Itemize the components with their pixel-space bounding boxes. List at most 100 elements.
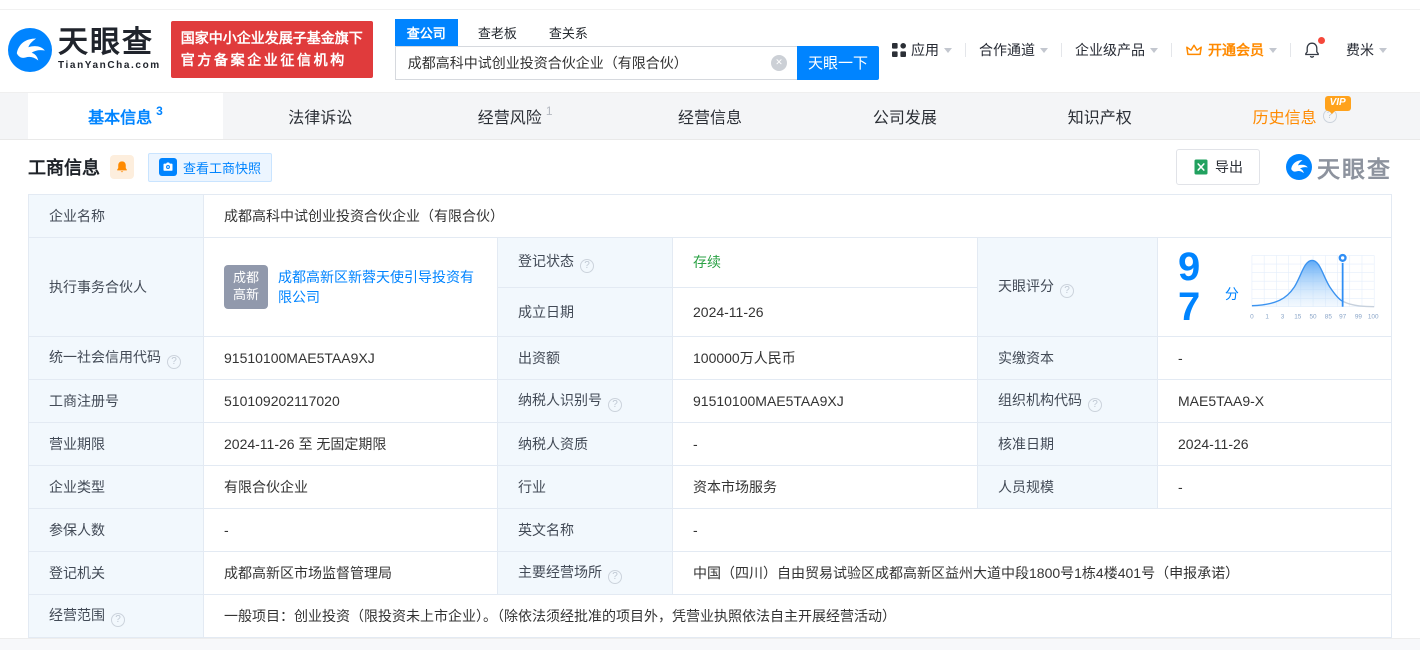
menu-enterprise-products[interactable]: 企业级产品	[1062, 40, 1171, 60]
executive-partner-cell: 成都 高新 成都高新区新蓉天使引导投资有限公司	[203, 237, 498, 337]
field-label: 经营范围	[28, 594, 204, 638]
help-icon[interactable]	[167, 355, 181, 369]
table-row: 参保人数 - 英文名称 -	[28, 508, 1392, 552]
tab-count-badge: 3	[156, 104, 163, 118]
search-tabs: 查公司 查老板 查关系	[394, 18, 879, 46]
excel-icon	[1194, 159, 1208, 175]
capital-value: 100000万人民币	[672, 336, 978, 380]
partner-avatar[interactable]: 成都 高新	[224, 265, 268, 309]
help-icon[interactable]	[580, 259, 594, 274]
svg-text:15: 15	[1294, 314, 1302, 321]
field-label: 英文名称	[497, 508, 673, 552]
tab-history-info[interactable]: 历史信息 VIP	[1197, 93, 1392, 139]
field-label: 企业名称	[28, 194, 204, 238]
search-tab-company[interactable]: 查公司	[394, 18, 458, 46]
search-tab-boss[interactable]: 查老板	[466, 19, 529, 46]
tab-legal-proceedings[interactable]: 法律诉讼	[223, 93, 418, 139]
notifications-bell-icon[interactable]	[1291, 36, 1333, 59]
tianyan-score-cell: 97 分 0 1 3 15 50 85 97 99 100	[1157, 237, 1392, 337]
field-label: 人员规模	[977, 465, 1158, 509]
menu-cooperation-channel[interactable]: 合作通道	[966, 40, 1061, 60]
help-icon[interactable]	[608, 570, 622, 584]
svg-text:0: 0	[1250, 314, 1254, 321]
taxpayer-quality-value: -	[672, 422, 978, 466]
help-icon[interactable]	[1088, 398, 1102, 412]
tab-intellectual-property[interactable]: 知识产权	[1002, 93, 1197, 139]
monitor-bell-icon[interactable]	[110, 155, 134, 179]
field-label: 组织机构代码	[977, 379, 1158, 423]
top-menu: 应用 合作通道 企业级产品 开通会员 费米	[879, 36, 1400, 60]
score-distribution-chart: 0 1 3 15 50 85 97 99 100	[1250, 252, 1379, 321]
company-name-value: 成都高科中试创业投资合伙企业（有限合伙）	[203, 194, 1392, 238]
field-label: 登记状态	[497, 237, 673, 288]
svg-text:99: 99	[1355, 314, 1363, 321]
company-detail-tabs: 基本信息 3 法律诉讼 经营风险 1 经营信息 公司发展 知识产权 历史信息 V…	[0, 92, 1420, 140]
gov-certification-badge: 国家中小企业发展子基金旗下 官方备案企业征信机构	[170, 20, 373, 79]
registration-number-value: 510109202117020	[203, 379, 498, 423]
score-value: 97	[1178, 245, 1201, 329]
menu-open-vip[interactable]: 开通会员	[1172, 40, 1290, 60]
field-label: 成立日期	[497, 286, 673, 337]
table-row: 工商注册号 510109202117020 纳税人识别号 91510100MAE…	[28, 379, 1392, 423]
table-row: 企业名称 成都高科中试创业投资合伙企业（有限合伙）	[28, 194, 1392, 238]
registration-authority-value: 成都高新区市场监督管理局	[203, 551, 498, 595]
menu-user-account[interactable]: 费米	[1333, 40, 1400, 60]
svg-text:50: 50	[1309, 314, 1317, 321]
field-label: 天眼评分	[977, 237, 1158, 337]
svg-text:97: 97	[1339, 314, 1347, 321]
partner-company-link[interactable]: 成都高新区新蓉天使引导投资有限公司	[278, 267, 485, 308]
taxpayer-id-value: 91510100MAE5TAA9XJ	[672, 379, 978, 423]
clear-search-icon[interactable]	[771, 54, 787, 71]
field-label: 企业类型	[28, 465, 204, 509]
chevron-down-icon	[1150, 48, 1158, 53]
tab-company-development[interactable]: 公司发展	[807, 93, 1002, 139]
help-icon[interactable]	[111, 613, 125, 627]
field-label: 实缴资本	[977, 336, 1158, 380]
score-axis-ticks: 0 1 3 15 50 85 97 99 100	[1250, 314, 1379, 321]
menu-apps[interactable]: 应用	[879, 40, 965, 60]
svg-text:85: 85	[1325, 314, 1333, 321]
section-title: 工商信息	[28, 158, 100, 178]
search-tab-relation[interactable]: 查关系	[537, 19, 600, 46]
vip-badge: VIP	[1324, 96, 1351, 114]
field-label: 统一社会信用代码	[28, 336, 204, 380]
staff-size-value: -	[1157, 465, 1392, 509]
notification-dot	[1318, 36, 1325, 44]
crown-icon	[1185, 43, 1203, 57]
tab-basic-info[interactable]: 基本信息 3	[28, 93, 223, 139]
business-term-value: 2024-11-26 至 无固定期限	[203, 422, 498, 466]
search-button[interactable]: 天眼一下	[797, 45, 879, 80]
site-header: 天眼查 TianYanCha.com 国家中小企业发展子基金旗下 官方备案企业征…	[0, 10, 1420, 89]
search-input[interactable]	[394, 45, 797, 80]
table-row: 经营范围 一般项目：创业投资（限投资未上市企业）。（除依法须经批准的项目外，凭营…	[28, 594, 1392, 638]
chevron-down-icon	[1379, 48, 1387, 53]
tab-business-risk[interactable]: 经营风险 1	[418, 93, 613, 139]
site-logo[interactable]: 天眼查 TianYanCha.com	[8, 27, 161, 72]
table-row: 企业类型 有限合伙企业 行业 资本市场服务 人员规模 -	[28, 465, 1392, 509]
svg-text:100: 100	[1368, 314, 1379, 321]
help-icon[interactable]	[1060, 284, 1074, 298]
search-block: 查公司 查老板 查关系 天眼一下	[394, 18, 879, 80]
tianyancha-watermark: 天眼查	[1286, 150, 1392, 184]
approval-date-value: 2024-11-26	[1157, 422, 1392, 466]
export-button[interactable]: 导出	[1176, 149, 1260, 185]
tab-business-info[interactable]: 经营信息	[613, 93, 808, 139]
view-business-snapshot-button[interactable]: 查看工商快照	[148, 152, 273, 182]
svg-text:3: 3	[1281, 314, 1285, 321]
tab-count-badge: 1	[545, 104, 553, 118]
field-label: 主要经营场所	[497, 551, 673, 595]
table-row: 营业期限 2024-11-26 至 无固定期限 纳税人资质 - 核准日期 202…	[28, 422, 1392, 466]
table-row: 统一社会信用代码 91510100MAE5TAA9XJ 出资额 100000万人…	[28, 336, 1392, 380]
field-label: 行业	[497, 465, 673, 509]
chevron-down-icon	[1269, 48, 1277, 53]
help-icon[interactable]	[608, 398, 622, 412]
table-row: 执行事务合伙人 成都 高新 成都高新区新蓉天使引导投资有限公司 登记状态 存续 …	[28, 237, 1392, 337]
page-bottom-strip	[0, 638, 1420, 650]
field-label: 纳税人资质	[497, 422, 673, 466]
field-label: 参保人数	[28, 508, 204, 552]
field-label: 营业期限	[28, 422, 204, 466]
apps-grid-icon	[892, 42, 906, 57]
credit-code-value: 91510100MAE5TAA9XJ	[203, 336, 498, 380]
field-label: 登记机关	[28, 551, 204, 595]
field-label: 出资额	[497, 336, 673, 380]
